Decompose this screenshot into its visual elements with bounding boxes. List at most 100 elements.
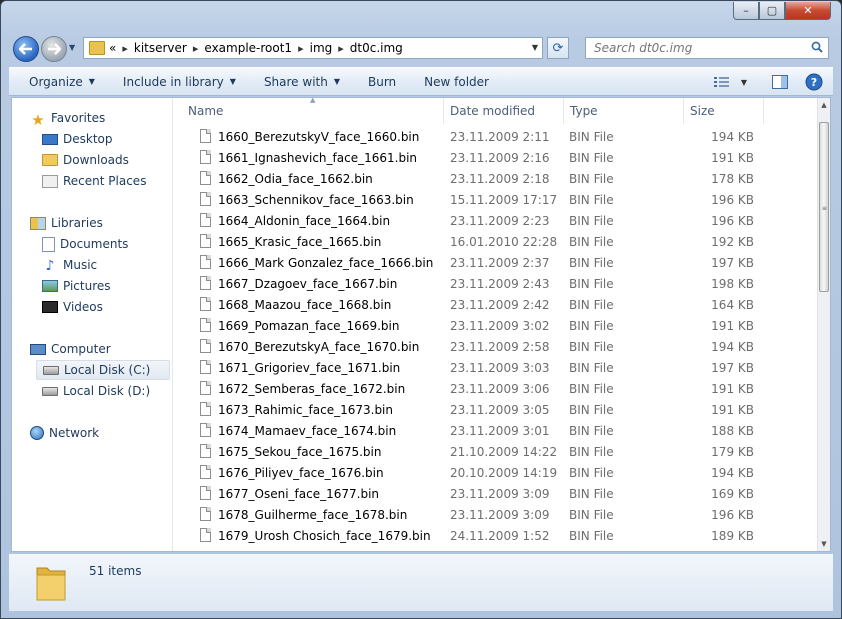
nav-pictures[interactable]: Pictures xyxy=(42,276,111,296)
file-size: 197 KB xyxy=(711,256,754,270)
breadcrumb-img[interactable]: img xyxy=(310,41,333,55)
change-view-button[interactable] xyxy=(711,72,733,92)
file-row[interactable]: 1669_Pomazan_face_1669.bin 23.11.2009 3:0… xyxy=(182,315,818,336)
network-icon xyxy=(30,426,44,440)
file-row[interactable]: 1675_Sekou_face_1675.bin 21.10.2009 14:22… xyxy=(182,441,818,462)
file-date-modified: 21.10.2009 14:22 xyxy=(450,445,558,459)
nav-favorites[interactable]: ★ Favorites xyxy=(30,108,105,129)
maximize-button[interactable]: ▢ xyxy=(759,2,785,20)
vertical-scrollbar[interactable]: ▲ ≡ ▼ xyxy=(817,98,830,551)
chevron-right-icon[interactable]: ▸ xyxy=(338,42,344,55)
file-name: 1678_Guilherme_face_1678.bin xyxy=(218,508,408,522)
chevron-right-icon[interactable]: ▸ xyxy=(298,42,304,55)
breadcrumb-kitserver[interactable]: kitserver xyxy=(134,41,187,55)
close-button[interactable]: ✕ xyxy=(785,2,831,20)
file-row[interactable]: 1671_Grigoriev_face_1671.bin 23.11.2009 3… xyxy=(182,357,818,378)
nav-videos[interactable]: Videos xyxy=(42,297,103,317)
nav-local-disk-d[interactable]: Local Disk (D:) xyxy=(42,381,150,401)
file-row[interactable]: 1672_Semberas_face_1672.bin 23.11.2009 3:… xyxy=(182,378,818,399)
refresh-button[interactable]: ⟳ xyxy=(547,37,569,59)
file-icon xyxy=(200,318,211,332)
file-row[interactable]: 1660_BerezutskyV_face_1660.bin 23.11.2009… xyxy=(182,126,818,147)
file-name: 1661_Ignashevich_face_1661.bin xyxy=(218,151,418,165)
file-type: BIN File xyxy=(569,277,614,291)
file-row[interactable]: 1670_BerezutskyA_face_1670.bin 23.11.2009… xyxy=(182,336,818,357)
nav-music[interactable]: ♪ Music xyxy=(42,255,98,275)
breadcrumb-dt0c-img[interactable]: dt0c.img xyxy=(350,41,403,55)
chevron-right-icon[interactable]: ▸ xyxy=(193,42,199,55)
help-button[interactable]: ? xyxy=(803,72,825,92)
breadcrumb-example-root1[interactable]: example-root1 xyxy=(204,41,292,55)
file-name: 1667_Dzagoev_face_1667.bin xyxy=(218,277,398,291)
file-row[interactable]: 1677_Oseni_face_1677.bin 23.11.2009 3:09 B… xyxy=(182,483,818,504)
file-row[interactable]: 1674_Mamaev_face_1674.bin 23.11.2009 3:01… xyxy=(182,420,818,441)
file-icon xyxy=(200,150,211,164)
file-type: BIN File xyxy=(569,214,614,228)
recent-pages-dropdown[interactable]: ▼ xyxy=(69,43,75,52)
file-size: 191 KB xyxy=(711,403,754,417)
breadcrumb-overflow[interactable]: « xyxy=(109,41,116,55)
file-type: BIN File xyxy=(569,403,614,417)
file-row[interactable]: 1664_Aldonin_face_1664.bin 23.11.2009 2:2… xyxy=(182,210,818,231)
file-row[interactable]: 1679_Urosh Chosich_face_1679.bin 24.11.20… xyxy=(182,525,818,546)
forward-button[interactable] xyxy=(41,36,67,62)
search-input[interactable] xyxy=(592,40,796,56)
column-header-date-modified[interactable]: Date modified xyxy=(444,98,564,124)
item-count: 51 items xyxy=(89,564,142,578)
file-row[interactable]: 1673_Rahimic_face_1673.bin 23.11.2009 3:0… xyxy=(182,399,818,420)
file-row[interactable]: 1662_Odia_face_1662.bin 23.11.2009 2:18 BI… xyxy=(182,168,818,189)
arrow-left-icon xyxy=(19,43,32,55)
file-row[interactable]: 1668_Maazou_face_1668.bin 23.11.2009 2:42… xyxy=(182,294,818,315)
nav-music-label: Music xyxy=(63,258,98,272)
documents-icon xyxy=(42,236,55,252)
nav-desktop[interactable]: Desktop xyxy=(42,129,113,149)
details-pane: 51 items xyxy=(9,553,833,611)
file-row[interactable]: 1663_Schennikov_face_1663.bin 15.11.2009 … xyxy=(182,189,818,210)
file-date-modified: 23.11.2009 2:16 xyxy=(450,151,550,165)
file-size: 196 KB xyxy=(711,193,754,207)
share-with-button[interactable]: Share with ▼ xyxy=(246,75,350,89)
file-type: BIN File xyxy=(569,172,614,186)
include-in-library-button[interactable]: Include in library ▼ xyxy=(105,75,246,89)
file-size: 191 KB xyxy=(711,382,754,396)
nav-recent-places[interactable]: Recent Places xyxy=(42,171,146,191)
nav-network[interactable]: Network xyxy=(30,423,99,443)
scroll-down-button[interactable]: ▼ xyxy=(818,537,830,551)
column-header-name[interactable]: Name xyxy=(182,98,444,124)
nav-downloads[interactable]: Downloads xyxy=(42,150,129,170)
nav-computer[interactable]: Computer xyxy=(30,339,111,359)
search-icon[interactable] xyxy=(811,41,823,56)
refresh-icon: ⟳ xyxy=(552,40,564,56)
scroll-thumb[interactable]: ≡ xyxy=(819,122,829,292)
file-icon xyxy=(200,486,211,500)
view-options-dropdown[interactable]: ▼ xyxy=(733,72,755,92)
file-icon xyxy=(200,444,211,458)
folder-icon xyxy=(36,567,66,601)
preview-pane-button[interactable] xyxy=(769,72,791,92)
file-size: 196 KB xyxy=(711,214,754,228)
file-size: 178 KB xyxy=(711,172,754,186)
file-icon xyxy=(200,129,211,143)
burn-button[interactable]: Burn xyxy=(350,75,406,89)
file-row[interactable]: 1661_Ignashevich_face_1661.bin 23.11.2009… xyxy=(182,147,818,168)
file-row[interactable]: 1676_Piliyev_face_1676.bin 20.10.2009 14:… xyxy=(182,462,818,483)
file-row[interactable]: 1667_Dzagoev_face_1667.bin 23.11.2009 2:4… xyxy=(182,273,818,294)
search-box[interactable] xyxy=(585,37,829,59)
nav-libraries[interactable]: Libraries xyxy=(30,213,103,233)
scroll-up-button[interactable]: ▲ xyxy=(818,98,830,112)
back-button[interactable] xyxy=(13,36,39,62)
nav-local-disk-c[interactable]: Local Disk (C:) xyxy=(36,360,170,380)
file-row[interactable]: 1665_Krasic_face_1665.bin 16.01.2010 22:2… xyxy=(182,231,818,252)
address-dropdown-icon[interactable]: ▼ xyxy=(532,43,538,52)
address-bar[interactable]: « ▸ kitserver ▸ example-root1 ▸ img ▸ dt… xyxy=(83,37,543,59)
file-row[interactable]: 1678_Guilherme_face_1678.bin 23.11.2009 3… xyxy=(182,504,818,525)
organize-button[interactable]: Organize ▼ xyxy=(9,75,105,89)
file-row[interactable]: 1666_Mark Gonzalez_face_1666.bin 23.11.20… xyxy=(182,252,818,273)
minimize-button[interactable]: – xyxy=(733,2,759,20)
column-header-size[interactable]: Size xyxy=(684,98,764,124)
column-header-type[interactable]: Type xyxy=(564,98,684,124)
file-icon xyxy=(200,402,211,416)
command-bar: Organize ▼ Include in library ▼ Share with… xyxy=(9,67,833,96)
new-folder-button[interactable]: New folder xyxy=(406,75,499,89)
nav-documents[interactable]: Documents xyxy=(42,234,128,254)
